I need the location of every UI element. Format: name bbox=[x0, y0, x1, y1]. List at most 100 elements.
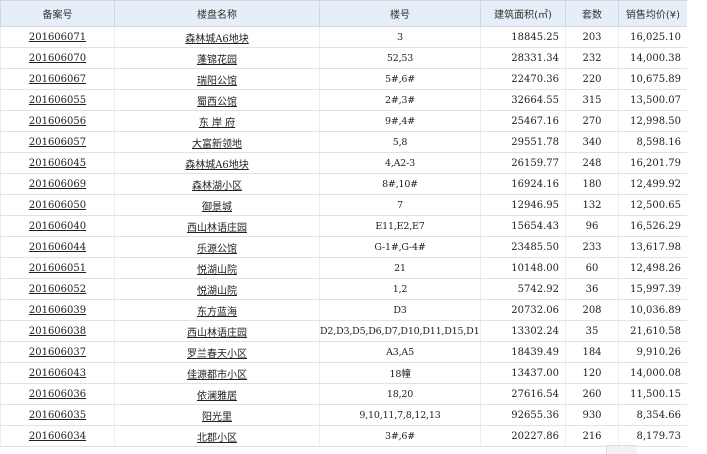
header-building-number: 楼号 bbox=[319, 0, 481, 27]
project-name-link[interactable]: 依澜雅居 bbox=[197, 391, 237, 402]
record-number-link[interactable]: 201606071 bbox=[29, 32, 86, 43]
record-number-cell: 201606037 bbox=[0, 341, 115, 363]
project-name-cell: 瑞阳公馆 bbox=[114, 68, 320, 90]
floor-area-cell: 16924.16 bbox=[480, 173, 566, 195]
record-number-cell: 201606036 bbox=[0, 383, 115, 405]
project-name-cell: 蓬锦花园 bbox=[114, 47, 320, 69]
avg-price-cell: 16,526.29 bbox=[618, 215, 688, 237]
project-name-link[interactable]: 瑞阳公馆 bbox=[197, 76, 237, 87]
table-row: 201606044 乐源公馆 G-1#,G-4# 23485.50 233 13,617.… bbox=[0, 236, 688, 258]
record-number-cell: 201606052 bbox=[0, 278, 115, 300]
project-name-link[interactable]: 罗兰春天小区 bbox=[187, 349, 247, 360]
project-name-cell: 乐源公馆 bbox=[114, 236, 320, 258]
record-number-link[interactable]: 201606069 bbox=[29, 179, 86, 190]
table-row: 201606071 森林城A6地块 3 18845.25 203 16,025.10 bbox=[0, 26, 688, 48]
avg-price-cell: 8,179.73 bbox=[618, 425, 688, 447]
record-number-cell: 201606034 bbox=[0, 425, 115, 447]
unit-count-cell: 315 bbox=[565, 89, 619, 111]
header-project-name: 楼盘名称 bbox=[114, 0, 320, 27]
avg-price-cell: 13,500.07 bbox=[618, 89, 688, 111]
record-number-link[interactable]: 201606034 bbox=[29, 431, 86, 442]
record-number-link[interactable]: 201606056 bbox=[29, 116, 86, 127]
building-number-cell: 4,A2-3 bbox=[319, 152, 481, 174]
project-name-link[interactable]: 御景城 bbox=[202, 202, 232, 213]
project-name-link[interactable]: 西山林语庄园 bbox=[187, 223, 247, 234]
record-number-link[interactable]: 201606044 bbox=[29, 242, 86, 253]
floor-area-cell: 10148.00 bbox=[480, 257, 566, 279]
table-header: 备案号 楼盘名称 楼号 建筑面积(㎡) 套数 销售均价(¥) bbox=[0, 0, 688, 27]
project-name-link[interactable]: 蜀西公馆 bbox=[197, 97, 237, 108]
building-number-cell: 5#,6# bbox=[319, 68, 481, 90]
project-name-link[interactable]: 森林湖小区 bbox=[192, 181, 242, 192]
record-number-link[interactable]: 201606038 bbox=[29, 326, 86, 337]
record-number-link[interactable]: 201606052 bbox=[29, 284, 86, 295]
avg-price-cell: 8,598.16 bbox=[618, 131, 688, 153]
record-number-link[interactable]: 201606045 bbox=[29, 158, 86, 169]
table-body: 201606071 森林城A6地块 3 18845.25 203 16,025.10 201… bbox=[0, 26, 688, 447]
avg-price-cell: 14,000.38 bbox=[618, 47, 688, 69]
project-name-link[interactable]: 西山林语庄园 bbox=[187, 328, 247, 339]
project-name-link[interactable]: 蓬锦花园 bbox=[197, 55, 237, 66]
project-name-link[interactable]: 森林城A6地块 bbox=[185, 160, 249, 171]
floor-area-cell: 18845.25 bbox=[480, 26, 566, 48]
record-number-cell: 201606067 bbox=[0, 68, 115, 90]
table-row: 201606052 悦湖山院 1,2 5742.92 36 15,997.39 bbox=[0, 278, 688, 300]
record-number-link[interactable]: 201606040 bbox=[29, 221, 86, 232]
record-number-link[interactable]: 201606037 bbox=[29, 347, 86, 358]
avg-price-cell: 13,617.98 bbox=[618, 236, 688, 258]
floor-area-cell: 25467.16 bbox=[480, 110, 566, 132]
record-number-link[interactable]: 201606055 bbox=[29, 95, 86, 106]
avg-price-cell: 12,998.50 bbox=[618, 110, 688, 132]
project-name-link[interactable]: 阳光里 bbox=[202, 412, 232, 423]
project-name-link[interactable]: 悦湖山院 bbox=[197, 265, 237, 276]
floor-area-cell: 26159.77 bbox=[480, 152, 566, 174]
record-number-link[interactable]: 201606043 bbox=[29, 368, 86, 379]
building-number-cell: G-1#,G-4# bbox=[319, 236, 481, 258]
building-number-cell: 7 bbox=[319, 194, 481, 216]
record-number-link[interactable]: 201606057 bbox=[29, 137, 86, 148]
record-number-cell: 201606050 bbox=[0, 194, 115, 216]
table-row: 201606067 瑞阳公馆 5#,6# 22470.36 220 10,675.89 bbox=[0, 68, 688, 90]
unit-count-cell: 930 bbox=[565, 404, 619, 426]
record-number-link[interactable]: 201606070 bbox=[29, 53, 86, 64]
record-number-link[interactable]: 201606051 bbox=[29, 263, 86, 274]
avg-price-cell: 16,201.79 bbox=[618, 152, 688, 174]
project-name-link[interactable]: 乐源公馆 bbox=[197, 244, 237, 255]
record-number-link[interactable]: 201606067 bbox=[29, 74, 86, 85]
project-name-link[interactable]: 北郡小区 bbox=[197, 433, 237, 444]
project-name-link[interactable]: 悦湖山院 bbox=[197, 286, 237, 297]
project-name-cell: 御景城 bbox=[114, 194, 320, 216]
unit-count-cell: 248 bbox=[565, 152, 619, 174]
record-number-cell: 201606057 bbox=[0, 131, 115, 153]
project-name-cell: 悦湖山院 bbox=[114, 278, 320, 300]
project-name-link[interactable]: 东 岸 府 bbox=[199, 118, 235, 129]
floor-area-cell: 15654.43 bbox=[480, 215, 566, 237]
project-name-cell: 罗兰春天小区 bbox=[114, 341, 320, 363]
avg-price-cell: 21,610.58 bbox=[618, 320, 688, 342]
floor-area-cell: 18439.49 bbox=[480, 341, 566, 363]
record-number-link[interactable]: 201606039 bbox=[29, 305, 86, 316]
project-name-link[interactable]: 森林城A6地块 bbox=[185, 34, 249, 45]
project-name-link[interactable]: 东方蓝海 bbox=[197, 307, 237, 318]
table-row: 201606057 大富新领地 5,8 29551.78 340 8,598.16 bbox=[0, 131, 688, 153]
record-number-cell: 201606044 bbox=[0, 236, 115, 258]
floor-area-cell: 13302.24 bbox=[480, 320, 566, 342]
record-number-link[interactable]: 201606035 bbox=[29, 410, 86, 421]
unit-count-cell: 35 bbox=[565, 320, 619, 342]
project-name-link[interactable]: 大富新领地 bbox=[192, 139, 242, 150]
record-number-cell: 201606039 bbox=[0, 299, 115, 321]
table-row: 201606034 北郡小区 3#,6# 20227.86 216 8,179.73 bbox=[0, 425, 688, 447]
avg-price-cell: 8,354.66 bbox=[618, 404, 688, 426]
record-number-cell: 201606071 bbox=[0, 26, 115, 48]
record-number-link[interactable]: 201606036 bbox=[29, 389, 86, 400]
record-number-link[interactable]: 201606050 bbox=[29, 200, 86, 211]
building-number-cell: 1,2 bbox=[319, 278, 481, 300]
unit-count-cell: 120 bbox=[565, 362, 619, 384]
project-name-cell: 大富新领地 bbox=[114, 131, 320, 153]
floor-area-cell: 28331.34 bbox=[480, 47, 566, 69]
project-name-link[interactable]: 佳源都市小区 bbox=[187, 370, 247, 381]
unit-count-cell: 260 bbox=[565, 383, 619, 405]
floor-area-cell: 5742.92 bbox=[480, 278, 566, 300]
project-name-cell: 阳光里 bbox=[114, 404, 320, 426]
building-number-cell: D3 bbox=[319, 299, 481, 321]
